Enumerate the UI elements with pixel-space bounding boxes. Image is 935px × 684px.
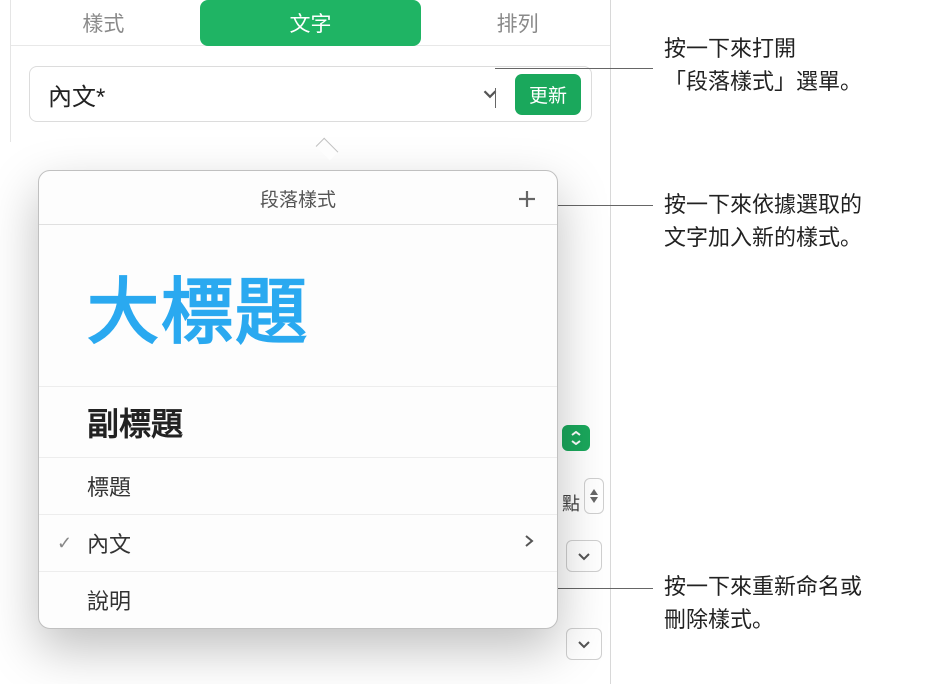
current-style-name: 內文* xyxy=(48,77,479,112)
dropdown-button-2[interactable] xyxy=(566,628,602,660)
checkmark-icon: ✓ xyxy=(57,533,72,554)
annotation-add-style: 按一下來依據選取的 文字加入新的樣式。 xyxy=(664,188,862,254)
leader-line xyxy=(552,588,653,589)
style-item-big-title[interactable]: 大標題 xyxy=(39,225,557,387)
tab-text[interactable]: 文字 xyxy=(200,0,422,46)
chevron-down-icon[interactable] xyxy=(479,83,501,105)
color-popup-button[interactable] xyxy=(562,425,590,451)
style-item-heading[interactable]: 標題 xyxy=(39,458,557,515)
tab-style[interactable]: 樣式 xyxy=(11,0,196,46)
format-panel: 樣式 文字 排列 內文* 更新 xyxy=(10,0,610,142)
chevron-right-icon[interactable] xyxy=(523,533,535,554)
leader-line xyxy=(548,205,653,206)
panel-divider xyxy=(610,0,611,684)
plus-icon[interactable] xyxy=(515,187,539,211)
popup-list: 大標題 副標題 標題 ✓ 內文 說明 xyxy=(39,225,557,628)
style-item-caption[interactable]: 說明 xyxy=(39,572,557,628)
tabs-bar: 樣式 文字 排列 xyxy=(11,0,610,46)
unit-label: 點 xyxy=(562,490,580,516)
dropdown-button-1[interactable] xyxy=(566,540,602,572)
leader-line xyxy=(495,88,496,108)
style-item-label: 內文 xyxy=(87,527,131,559)
tab-arrange[interactable]: 排列 xyxy=(425,0,610,46)
update-button[interactable]: 更新 xyxy=(515,74,581,115)
paragraph-styles-popup: 段落樣式 大標題 副標題 標題 ✓ 內文 說明 xyxy=(38,170,558,629)
popup-header: 段落樣式 xyxy=(39,171,557,225)
annotation-open-menu: 按一下來打開 「段落樣式」選單。 xyxy=(664,32,862,98)
stepper[interactable] xyxy=(584,478,604,514)
paragraph-style-row[interactable]: 內文* 更新 xyxy=(29,66,592,122)
annotation-rename: 按一下來重新命名或 刪除樣式。 xyxy=(664,570,862,636)
leader-line xyxy=(495,68,653,69)
style-item-subtitle[interactable]: 副標題 xyxy=(39,387,557,458)
style-item-body[interactable]: ✓ 內文 xyxy=(39,515,557,572)
popup-title: 段落樣式 xyxy=(260,185,336,212)
